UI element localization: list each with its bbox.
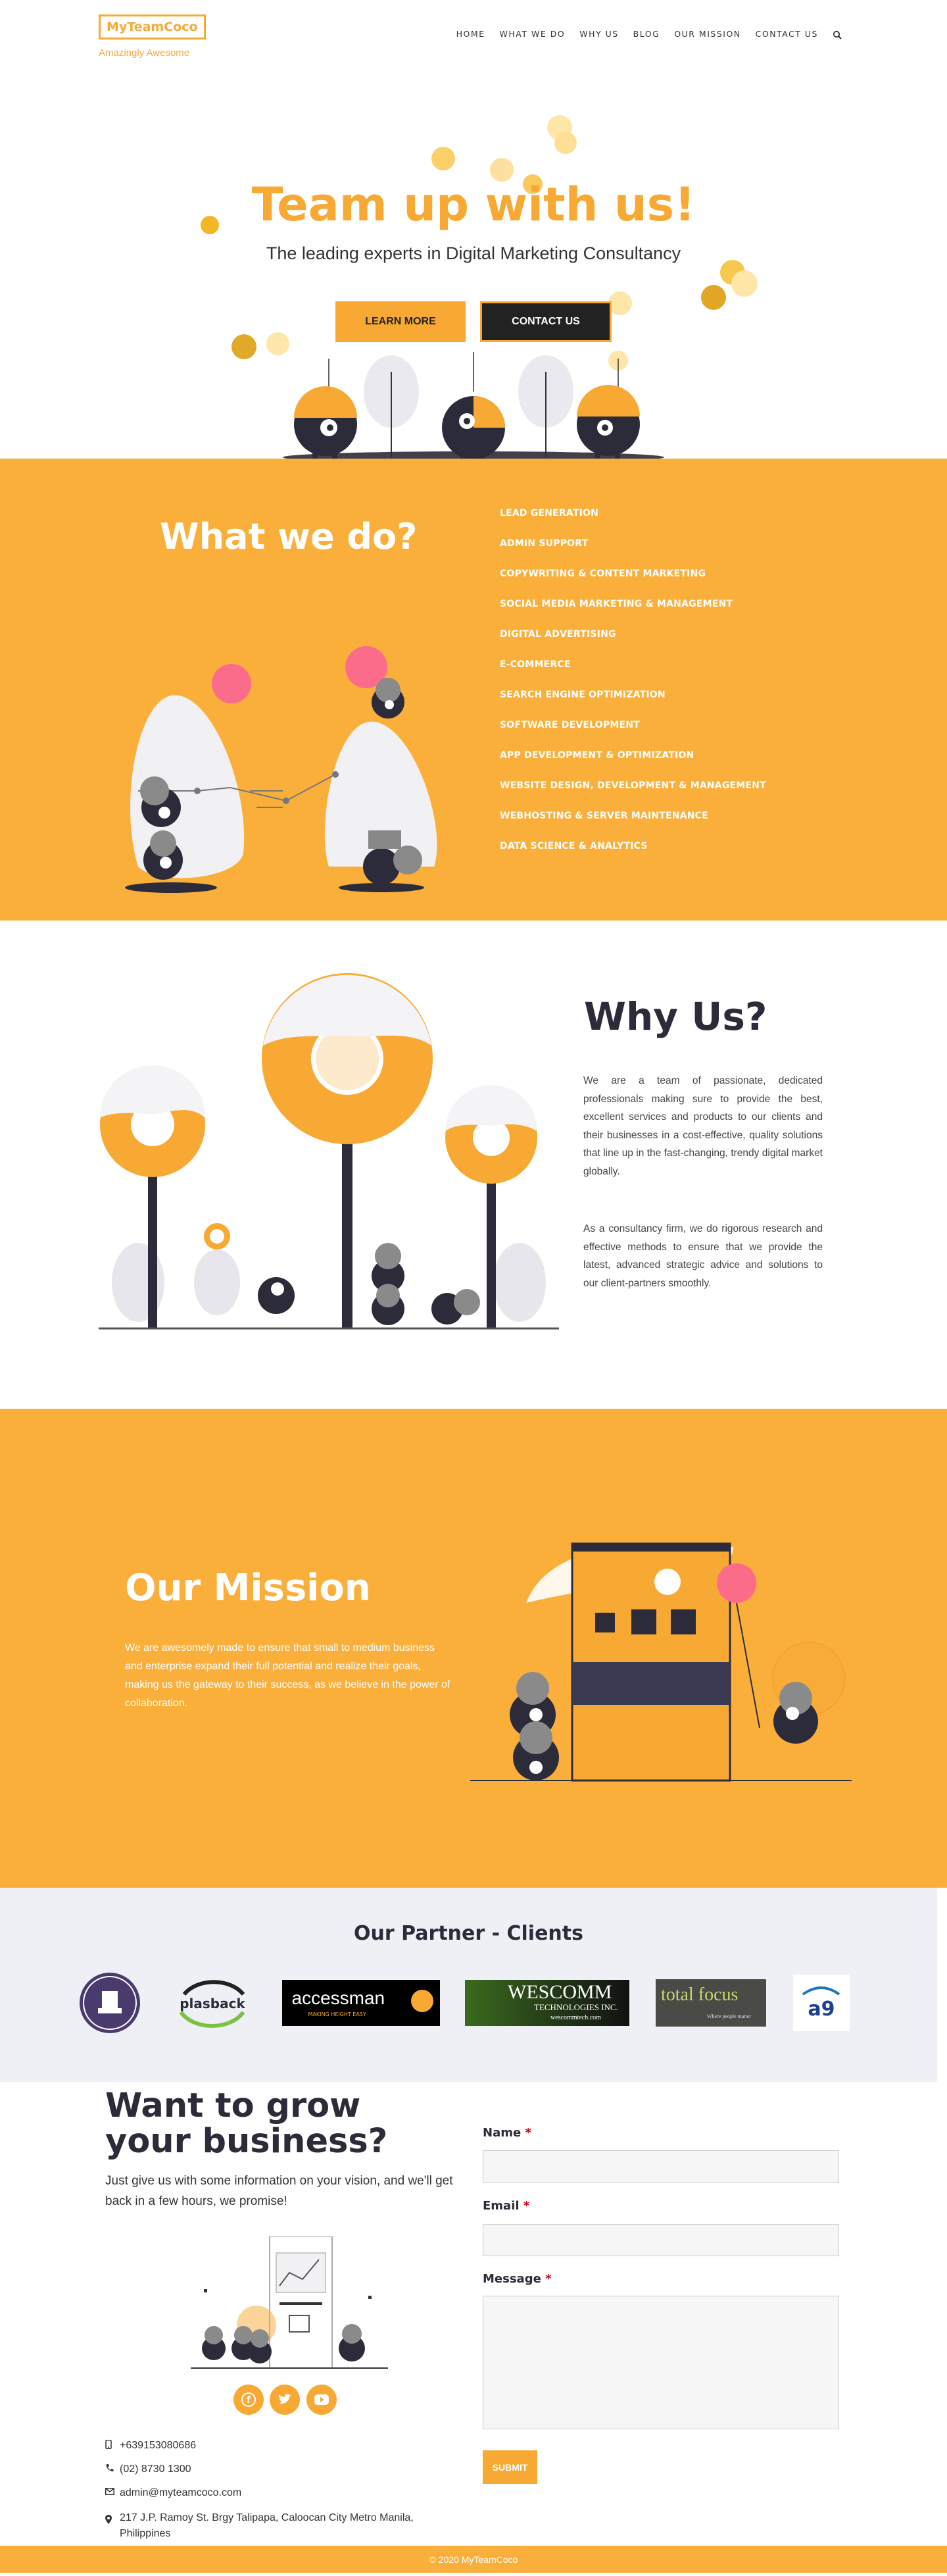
email-field[interactable] — [483, 2224, 839, 2256]
hero-section: Team up with us! The leading experts in … — [0, 69, 947, 459]
accessman-text: accessman — [291, 1988, 385, 2008]
bubble-decoration — [731, 270, 758, 297]
service-item[interactable]: SOCIAL MEDIA MARKETING & MANAGEMENT — [500, 595, 766, 626]
grow-title: Want to grow your business? — [105, 2086, 388, 2161]
why-us-illustration — [99, 973, 559, 1330]
service-item[interactable]: E-COMMERCE — [500, 656, 766, 686]
service-item[interactable]: SOFTWARE DEVELOPMENT — [500, 717, 766, 747]
why-us-title: Why Us? — [584, 994, 767, 1039]
grow-text: Just give us with some information on yo… — [105, 2174, 453, 2208]
what-we-do-section: What we do? LEAD GENERATION ADMIN SUPPOR… — [0, 459, 947, 921]
wescomm-text: WESCOMM — [508, 1981, 612, 2003]
accessman-sub: MAKING HEIGHT EASY — [308, 2011, 366, 2017]
wescomm-url: wescommtech.com — [550, 2014, 601, 2021]
phone-icon — [105, 2463, 120, 2474]
site-tagline: Amazingly Awesome — [99, 47, 190, 59]
seal-logo — [80, 1973, 140, 2033]
contact-illustration — [191, 2236, 388, 2369]
nav-what-we-do[interactable]: WHAT WE DO — [500, 29, 566, 39]
name-field[interactable] — [483, 2150, 839, 2183]
partner-logo-seal[interactable] — [77, 1970, 143, 2036]
what-we-do-title: What we do? — [160, 516, 418, 557]
mission-section: Our Mission We are awesomely made to ens… — [0, 1409, 947, 1888]
mission-text: We are awesomely made to ensure that sma… — [125, 1642, 450, 1709]
message-label: Message * — [483, 2272, 552, 2286]
contact-mobile-text[interactable]: +639153080686 — [120, 2440, 196, 2452]
site-footer: © 2020 MyTeamCoco — [0, 2546, 947, 2573]
bubble-decoration — [431, 147, 455, 170]
nav-our-mission[interactable]: OUR MISSION — [674, 29, 741, 39]
service-item[interactable]: APP DEVELOPMENT & OPTIMIZATION — [500, 747, 766, 777]
partner-logo-plasback[interactable]: plasback — [170, 1970, 255, 2036]
accessman-logo: accessman MAKING HEIGHT EASY — [281, 1980, 440, 2026]
nav-contact-us[interactable]: CONTACT US — [756, 29, 818, 39]
youtube-icon[interactable] — [306, 2385, 337, 2415]
service-item[interactable]: WEBHOSTING & SERVER MAINTENANCE — [500, 807, 766, 838]
partner-logo-a9[interactable]: a9 — [792, 1970, 850, 2036]
site-logo[interactable]: MyTeamCoco — [99, 14, 206, 39]
bubble-decoration — [608, 291, 632, 315]
nav-blog[interactable]: BLOG — [633, 29, 660, 39]
service-item[interactable]: SEARCH ENGINE OPTIMIZATION — [500, 686, 766, 717]
a9-logo: a9 — [808, 1998, 835, 2021]
contact-mobile: +639153080686 — [105, 2439, 196, 2452]
service-item[interactable]: COPYWRITING & CONTENT MARKETING — [500, 565, 766, 595]
service-item[interactable]: WEBSITE DESIGN, DEVELOPMENT & MANAGEMENT — [500, 777, 766, 807]
wescomm-sub: TECHNOLOGIES INC. — [534, 2002, 618, 2012]
totalfocus-text: total focus — [661, 1984, 739, 2005]
hero-illustration — [283, 352, 664, 459]
name-label: Name * — [483, 2126, 531, 2140]
services-list: LEAD GENERATION ADMIN SUPPORT COPYWRITIN… — [500, 505, 766, 868]
bubble-decoration — [231, 334, 256, 359]
what-we-do-illustration — [125, 646, 437, 893]
plasback-logo: plasback — [180, 1996, 245, 2011]
hero-title: Team up with us! — [251, 178, 696, 232]
svg-text:f: f — [247, 2395, 251, 2406]
contact-address-text: 217 J.P. Ramoy St. Brgy Talipapa, Calooc… — [120, 2512, 414, 2539]
mission-illustration — [470, 1542, 852, 1782]
wescomm-logo: WESCOMM TECHNOLOGIES INC. wescommtech.co… — [465, 1980, 629, 2026]
mission-title: Our Mission — [125, 1567, 371, 1609]
contact-section: Want to grow your business? Just give us… — [0, 2082, 947, 2546]
why-us-paragraph-2: As a consultancy firm, we do rigorous re… — [583, 1223, 823, 1289]
contact-landline: (02) 8730 1300 — [105, 2463, 191, 2475]
contact-email-text[interactable]: admin@myteamcoco.com — [120, 2487, 241, 2499]
totalfocus-logo: total focus Where people matter — [656, 1979, 766, 2027]
nav-why-us[interactable]: WHY US — [579, 29, 618, 39]
service-item[interactable]: ADMIN SUPPORT — [500, 535, 766, 565]
why-us-paragraph-1: We are a team of passionate, dedicated p… — [583, 1075, 823, 1177]
map-pin-icon — [105, 2513, 120, 2529]
contact-us-button[interactable]: CONTACT US — [480, 301, 612, 342]
service-item[interactable]: LEAD GENERATION — [500, 505, 766, 535]
submit-button[interactable]: SUBMIT — [483, 2450, 537, 2484]
bubble-decoration — [554, 132, 577, 154]
partner-logo-wescomm[interactable]: WESCOMM TECHNOLOGIES INC. wescommtech.co… — [464, 1970, 630, 2036]
search-icon[interactable] — [833, 30, 842, 39]
partners-section: Our Partner - Clients plasback accessman… — [0, 1888, 937, 2082]
learn-more-button[interactable]: LEARN MORE — [335, 301, 466, 342]
contact-landline-text[interactable]: (02) 8730 1300 — [120, 2463, 191, 2475]
email-label: Email * — [483, 2199, 530, 2213]
envelope-icon — [105, 2487, 120, 2497]
totalfocus-sub: Where people matter — [707, 2013, 752, 2019]
partner-logo-accessman[interactable]: accessman MAKING HEIGHT EASY — [281, 1970, 441, 2036]
twitter-icon[interactable] — [270, 2385, 300, 2415]
partner-logo-totalfocus[interactable]: total focus Where people matter — [655, 1970, 767, 2036]
copyright-text: © 2020 MyTeamCoco — [429, 2554, 518, 2565]
partners-title: Our Partner - Clients — [354, 1922, 583, 1945]
bubble-decoration — [701, 285, 726, 310]
service-item[interactable]: DATA SCIENCE & ANALYTICS — [500, 838, 766, 868]
contact-email: admin@myteamcoco.com — [105, 2487, 241, 2499]
hero-subtitle: The leading experts in Digital Marketing… — [266, 243, 681, 263]
message-field[interactable] — [483, 2296, 839, 2429]
why-us-section: Why Us? We are a team of passionate, ded… — [0, 921, 947, 1409]
contact-address: 217 J.P. Ramoy St. Brgy Talipapa, Calooc… — [105, 2511, 434, 2542]
mobile-phone-icon — [105, 2439, 120, 2451]
main-nav: HOME WHAT WE DO WHY US BLOG OUR MISSION … — [456, 29, 842, 39]
service-item[interactable]: DIGITAL ADVERTISING — [500, 626, 766, 656]
facebook-icon[interactable]: f — [233, 2385, 264, 2415]
site-header: MyTeamCoco Amazingly Awesome HOME WHAT W… — [0, 0, 947, 69]
nav-home[interactable]: HOME — [456, 29, 485, 39]
